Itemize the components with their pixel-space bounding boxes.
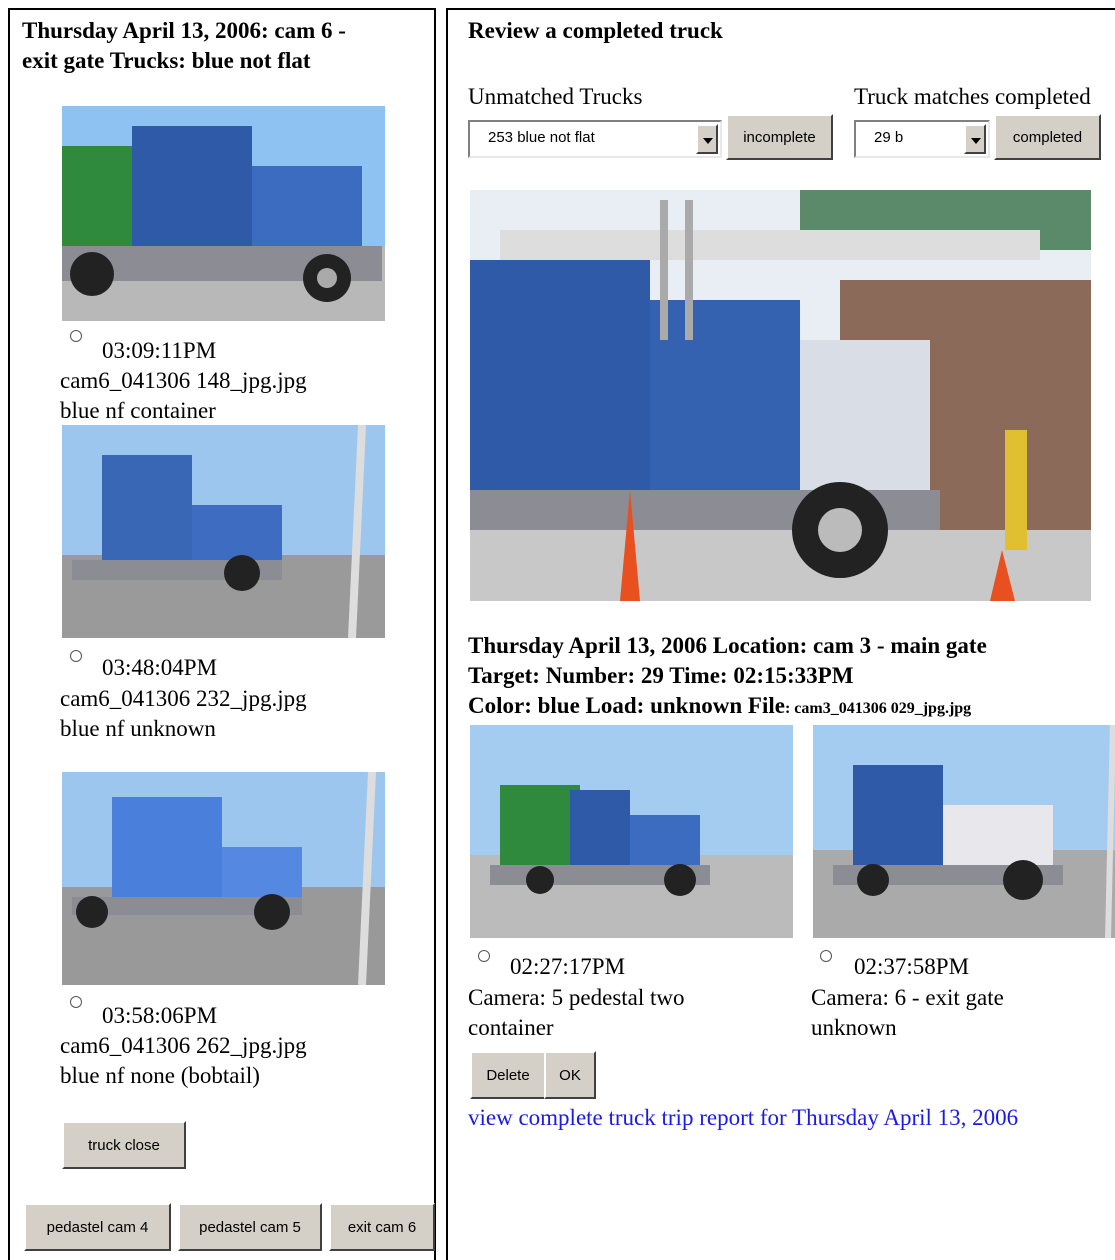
delete-button[interactable]: Delete [470, 1051, 546, 1099]
chevron-down-icon[interactable] [696, 124, 718, 154]
match-time-1: 02:27:17PM [510, 954, 626, 979]
truck-desc-3: blue nf none (bobtail) [60, 1063, 260, 1088]
info-date-location: Thursday April 13, 2006 Location: cam 3 … [468, 633, 987, 658]
truck-matches-value: 29 b [874, 129, 904, 146]
chevron-down-icon[interactable] [964, 124, 986, 154]
truck-desc-2: blue nf unknown [60, 716, 216, 741]
truck-photo-3[interactable] [62, 772, 385, 985]
truck-file-3: cam6_041306 262_jpg.jpg [60, 1033, 307, 1058]
truck-trip-report-link[interactable]: view complete truck trip report for Thur… [468, 1103, 1018, 1133]
match-load-2: unknown [811, 1015, 897, 1040]
match-photo-2[interactable] [813, 725, 1115, 938]
match-radio-2[interactable] [820, 950, 832, 962]
truck-time-1: 03:09:11PM [102, 338, 217, 363]
review-title: Review a completed truck [468, 18, 723, 43]
truck-time-2: 03:48:04PM [102, 655, 218, 680]
match-radio-1[interactable] [478, 950, 490, 962]
right-panel: Review a completed truck Unmatched Truck… [446, 8, 1115, 1260]
truck-file-2: cam6_041306 232_jpg.jpg [60, 686, 307, 711]
truck-photo-1[interactable] [62, 106, 385, 321]
left-panel: Thursday April 13, 2006: cam 6 - exit ga… [8, 8, 436, 1260]
match-time-2: 02:37:58PM [854, 954, 970, 979]
truck-matches-select[interactable]: 29 b [854, 120, 990, 158]
match-camera-2: Camera: 6 - exit gate [811, 985, 1004, 1010]
unmatched-trucks-label: Unmatched Trucks [468, 84, 643, 109]
pedastel-cam-5-button[interactable]: pedastel cam 5 [178, 1203, 322, 1251]
pedastel-cam-4-button[interactable]: pedastel cam 4 [24, 1203, 171, 1251]
match-camera-1: Camera: 5 pedestal two [468, 985, 685, 1010]
incomplete-button[interactable]: incomplete [726, 114, 833, 160]
truck-matches-completed-label: Truck matches completed [854, 84, 1091, 109]
main-truck-photo [470, 190, 1091, 601]
info-color-load: Color: blue Load: unknown File: cam3_041… [468, 691, 971, 721]
match-photo-1[interactable] [470, 725, 793, 938]
ok-button[interactable]: OK [544, 1051, 596, 1099]
info-color-load-label: Color: blue Load: unknown File [468, 693, 785, 718]
truck-close-button[interactable]: truck close [62, 1121, 186, 1169]
completed-button[interactable]: completed [994, 114, 1101, 160]
truck-radio-2[interactable] [70, 650, 82, 662]
truck-time-3: 03:58:06PM [102, 1003, 218, 1028]
left-header-line2: exit gate Trucks: blue not flat [22, 48, 311, 73]
left-header-line1: Thursday April 13, 2006: cam 6 - [22, 18, 346, 43]
truck-desc-1: blue nf container [60, 398, 216, 423]
info-target-time: Target: Number: 29 Time: 02:15:33PM [468, 663, 854, 688]
unmatched-trucks-value: 253 blue not flat [488, 129, 595, 146]
truck-radio-3[interactable] [70, 996, 82, 1008]
truck-radio-1[interactable] [70, 330, 82, 342]
unmatched-trucks-select[interactable]: 253 blue not flat [468, 120, 722, 158]
match-load-1: container [468, 1015, 554, 1040]
exit-cam-6-button[interactable]: exit cam 6 [329, 1203, 435, 1251]
info-file-name: : cam3_041306 029_jpg.jpg [784, 700, 972, 717]
truck-file-1: cam6_041306 148_jpg.jpg [60, 368, 307, 393]
truck-photo-2[interactable] [62, 425, 385, 638]
